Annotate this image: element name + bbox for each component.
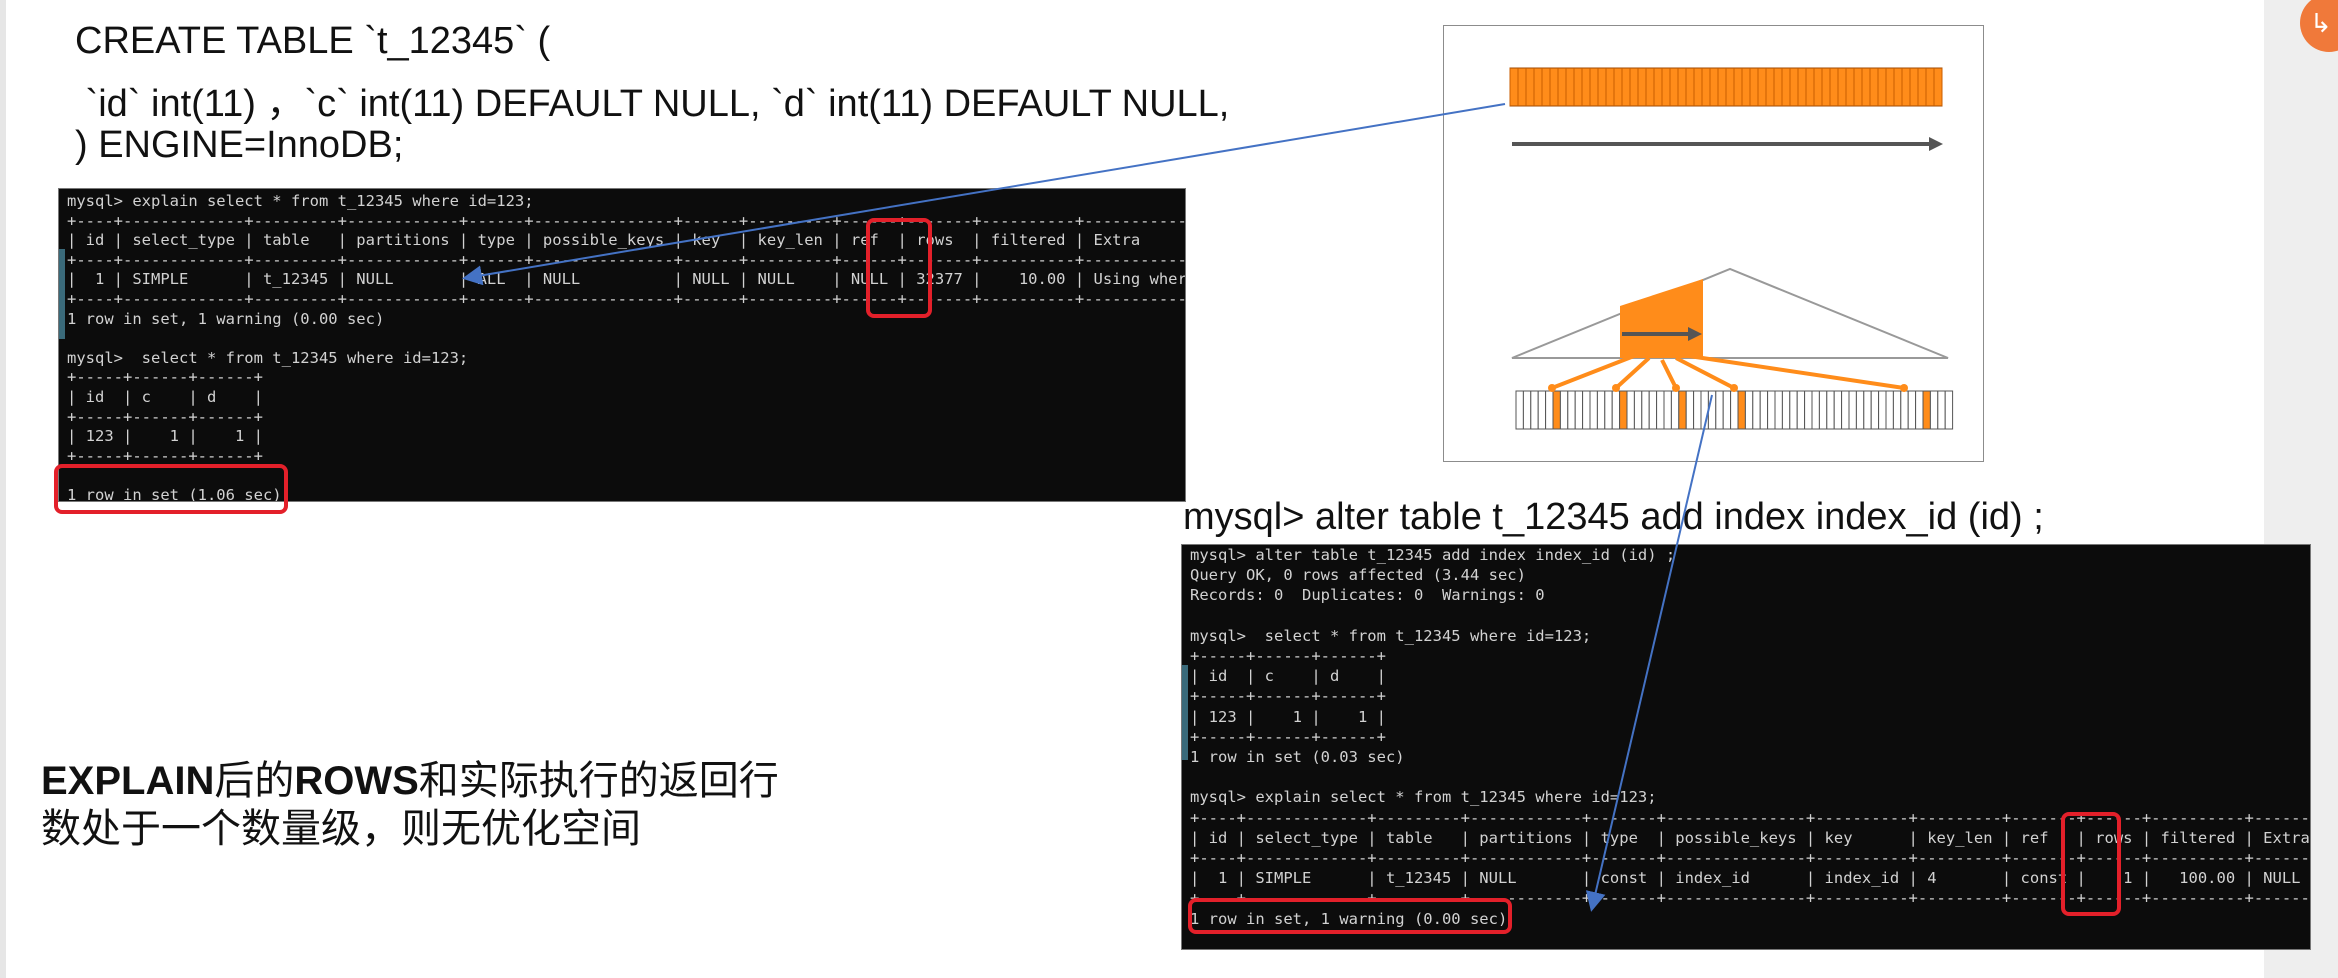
- arrow-to-type-all: [462, 103, 1506, 286]
- connector-arrows: [462, 103, 1713, 912]
- arrow-to-type-const: [1585, 394, 1713, 912]
